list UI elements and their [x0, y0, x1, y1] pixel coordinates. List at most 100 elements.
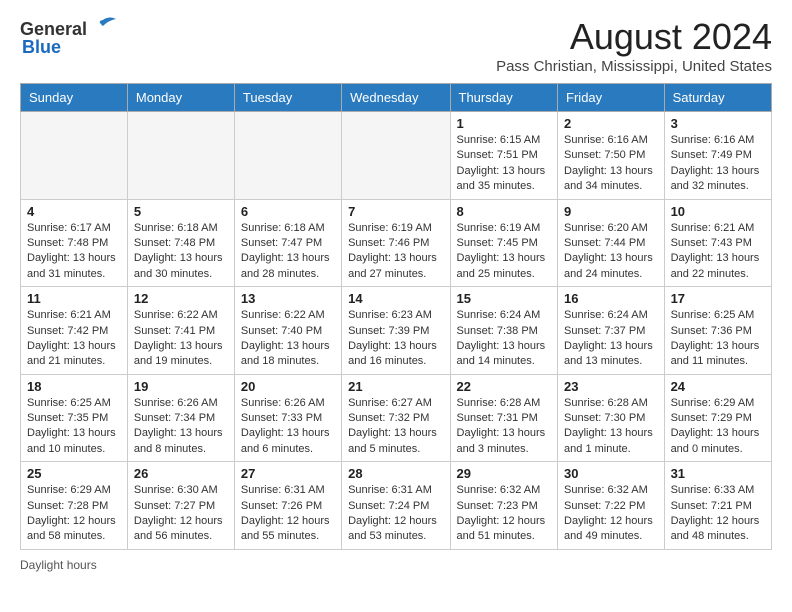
calendar-cell	[21, 112, 128, 200]
calendar-cell: 1 Sunrise: 6:15 AMSunset: 7:51 PMDaylight…	[450, 112, 558, 200]
day-info: Sunrise: 6:23 AMSunset: 7:39 PMDaylight:…	[348, 308, 443, 370]
calendar-cell: 18 Sunrise: 6:25 AMSunset: 7:35 PMDayligh…	[21, 374, 128, 462]
day-number: 23	[564, 379, 658, 394]
day-info: Sunrise: 6:26 AMSunset: 7:33 PMDaylight:…	[241, 396, 335, 458]
calendar-cell: 15 Sunrise: 6:24 AMSunset: 7:38 PMDayligh…	[450, 287, 558, 375]
calendar-cell: 7 Sunrise: 6:19 AMSunset: 7:46 PMDaylight…	[342, 199, 450, 287]
title-area: August 2024 Pass Christian, Mississippi,…	[496, 16, 772, 75]
calendar-cell: 3 Sunrise: 6:16 AMSunset: 7:49 PMDaylight…	[664, 112, 771, 200]
calendar-cell: 30 Sunrise: 6:32 AMSunset: 7:22 PMDayligh…	[558, 462, 665, 550]
calendar-table: SundayMondayTuesdayWednesdayThursdayFrid…	[20, 83, 772, 550]
calendar-cell: 22 Sunrise: 6:28 AMSunset: 7:31 PMDayligh…	[450, 374, 558, 462]
day-number: 11	[27, 291, 121, 306]
calendar-header-thursday: Thursday	[450, 84, 558, 112]
calendar-cell: 26 Sunrise: 6:30 AMSunset: 7:27 PMDayligh…	[127, 462, 234, 550]
calendar-cell: 29Sunrise: 6:32 AMSunset: 7:23 PMDayligh…	[450, 462, 558, 550]
calendar-cell: 24 Sunrise: 6:29 AMSunset: 7:29 PMDayligh…	[664, 374, 771, 462]
calendar-cell: 23 Sunrise: 6:28 AMSunset: 7:30 PMDayligh…	[558, 374, 665, 462]
day-number: 20	[241, 379, 335, 394]
day-info: Sunrise: 6:21 AMSunset: 7:42 PMDaylight:…	[27, 308, 121, 370]
day-info: Sunrise: 6:19 AMSunset: 7:46 PMDaylight:…	[348, 221, 443, 283]
day-number: 22	[457, 379, 552, 394]
logo-blue: Blue	[22, 37, 61, 58]
day-info: Sunrise: 6:17 AMSunset: 7:48 PMDaylight:…	[27, 221, 121, 283]
calendar-week-row: 18 Sunrise: 6:25 AMSunset: 7:35 PMDayligh…	[21, 374, 772, 462]
calendar-week-row: 1 Sunrise: 6:15 AMSunset: 7:51 PMDaylight…	[21, 112, 772, 200]
day-number: 1	[457, 116, 552, 131]
day-info: Sunrise: 6:16 AMSunset: 7:49 PMDaylight:…	[671, 133, 765, 195]
calendar-week-row: 11 Sunrise: 6:21 AMSunset: 7:42 PMDayligh…	[21, 287, 772, 375]
calendar-header-wednesday: Wednesday	[342, 84, 450, 112]
day-info: Sunrise: 6:26 AMSunset: 7:34 PMDaylight:…	[134, 396, 228, 458]
calendar-cell: 4 Sunrise: 6:17 AMSunset: 7:48 PMDaylight…	[21, 199, 128, 287]
day-number: 30	[564, 466, 658, 481]
day-info: Sunrise: 6:28 AMSunset: 7:31 PMDaylight:…	[457, 396, 552, 458]
day-info: Sunrise: 6:24 AMSunset: 7:38 PMDaylight:…	[457, 308, 552, 370]
day-info: Sunrise: 6:25 AMSunset: 7:35 PMDaylight:…	[27, 396, 121, 458]
calendar-header-sunday: Sunday	[21, 84, 128, 112]
calendar-header-row: SundayMondayTuesdayWednesdayThursdayFrid…	[21, 84, 772, 112]
day-number: 7	[348, 204, 443, 219]
day-number: 5	[134, 204, 228, 219]
day-info: Sunrise: 6:16 AMSunset: 7:50 PMDaylight:…	[564, 133, 658, 195]
day-number: 24	[671, 379, 765, 394]
day-number: 13	[241, 291, 335, 306]
day-number: 18	[27, 379, 121, 394]
day-number: 16	[564, 291, 658, 306]
calendar-cell: 21Sunrise: 6:27 AMSunset: 7:32 PMDayligh…	[342, 374, 450, 462]
day-number: 19	[134, 379, 228, 394]
day-number: 10	[671, 204, 765, 219]
day-number: 15	[457, 291, 552, 306]
location-subtitle: Pass Christian, Mississippi, United Stat…	[496, 58, 772, 75]
calendar-cell: 31Sunrise: 6:33 AMSunset: 7:21 PMDayligh…	[664, 462, 771, 550]
day-info: Sunrise: 6:32 AMSunset: 7:22 PMDaylight:…	[564, 483, 658, 545]
calendar-cell: 6Sunrise: 6:18 AMSunset: 7:47 PMDaylight…	[234, 199, 341, 287]
day-number: 31	[671, 466, 765, 481]
day-number: 9	[564, 204, 658, 219]
calendar-cell: 10 Sunrise: 6:21 AMSunset: 7:43 PMDayligh…	[664, 199, 771, 287]
calendar-cell: 20 Sunrise: 6:26 AMSunset: 7:33 PMDayligh…	[234, 374, 341, 462]
day-info: Sunrise: 6:31 AMSunset: 7:26 PMDaylight:…	[241, 483, 335, 545]
calendar-cell: 8 Sunrise: 6:19 AMSunset: 7:45 PMDaylight…	[450, 199, 558, 287]
day-number: 4	[27, 204, 121, 219]
day-number: 21	[348, 379, 443, 394]
calendar-week-row: 25 Sunrise: 6:29 AMSunset: 7:28 PMDayligh…	[21, 462, 772, 550]
calendar-cell: 28Sunrise: 6:31 AMSunset: 7:24 PMDayligh…	[342, 462, 450, 550]
day-number: 8	[457, 204, 552, 219]
day-number: 25	[27, 466, 121, 481]
day-info: Sunrise: 6:20 AMSunset: 7:44 PMDaylight:…	[564, 221, 658, 283]
day-number: 26	[134, 466, 228, 481]
day-info: Sunrise: 6:29 AMSunset: 7:28 PMDaylight:…	[27, 483, 121, 545]
day-number: 17	[671, 291, 765, 306]
day-number: 2	[564, 116, 658, 131]
day-info: Sunrise: 6:25 AMSunset: 7:36 PMDaylight:…	[671, 308, 765, 370]
calendar-header-monday: Monday	[127, 84, 234, 112]
day-info: Sunrise: 6:29 AMSunset: 7:29 PMDaylight:…	[671, 396, 765, 458]
day-info: Sunrise: 6:21 AMSunset: 7:43 PMDaylight:…	[671, 221, 765, 283]
day-info: Sunrise: 6:24 AMSunset: 7:37 PMDaylight:…	[564, 308, 658, 370]
day-info: Sunrise: 6:22 AMSunset: 7:41 PMDaylight:…	[134, 308, 228, 370]
calendar-cell: 27 Sunrise: 6:31 AMSunset: 7:26 PMDayligh…	[234, 462, 341, 550]
calendar-week-row: 4 Sunrise: 6:17 AMSunset: 7:48 PMDaylight…	[21, 199, 772, 287]
day-info: Sunrise: 6:30 AMSunset: 7:27 PMDaylight:…	[134, 483, 228, 545]
day-info: Sunrise: 6:15 AMSunset: 7:51 PMDaylight:…	[457, 133, 552, 195]
calendar-cell: 9 Sunrise: 6:20 AMSunset: 7:44 PMDaylight…	[558, 199, 665, 287]
footer-note: Daylight hours	[20, 558, 772, 572]
calendar-cell: 14 Sunrise: 6:23 AMSunset: 7:39 PMDayligh…	[342, 287, 450, 375]
day-info: Sunrise: 6:19 AMSunset: 7:45 PMDaylight:…	[457, 221, 552, 283]
day-number: 12	[134, 291, 228, 306]
day-number: 27	[241, 466, 335, 481]
day-number: 3	[671, 116, 765, 131]
day-info: Sunrise: 6:32 AMSunset: 7:23 PMDaylight:…	[457, 483, 552, 545]
day-info: Sunrise: 6:28 AMSunset: 7:30 PMDaylight:…	[564, 396, 658, 458]
header: General Blue August 2024 Pass Christian,…	[20, 16, 772, 75]
day-number: 14	[348, 291, 443, 306]
calendar-cell: 25 Sunrise: 6:29 AMSunset: 7:28 PMDayligh…	[21, 462, 128, 550]
calendar-cell: 11 Sunrise: 6:21 AMSunset: 7:42 PMDayligh…	[21, 287, 128, 375]
day-info: Sunrise: 6:31 AMSunset: 7:24 PMDaylight:…	[348, 483, 443, 545]
calendar-cell	[234, 112, 341, 200]
logo-bird-icon	[89, 16, 117, 38]
calendar-header-friday: Friday	[558, 84, 665, 112]
calendar-cell: 2 Sunrise: 6:16 AMSunset: 7:50 PMDaylight…	[558, 112, 665, 200]
calendar-header-tuesday: Tuesday	[234, 84, 341, 112]
